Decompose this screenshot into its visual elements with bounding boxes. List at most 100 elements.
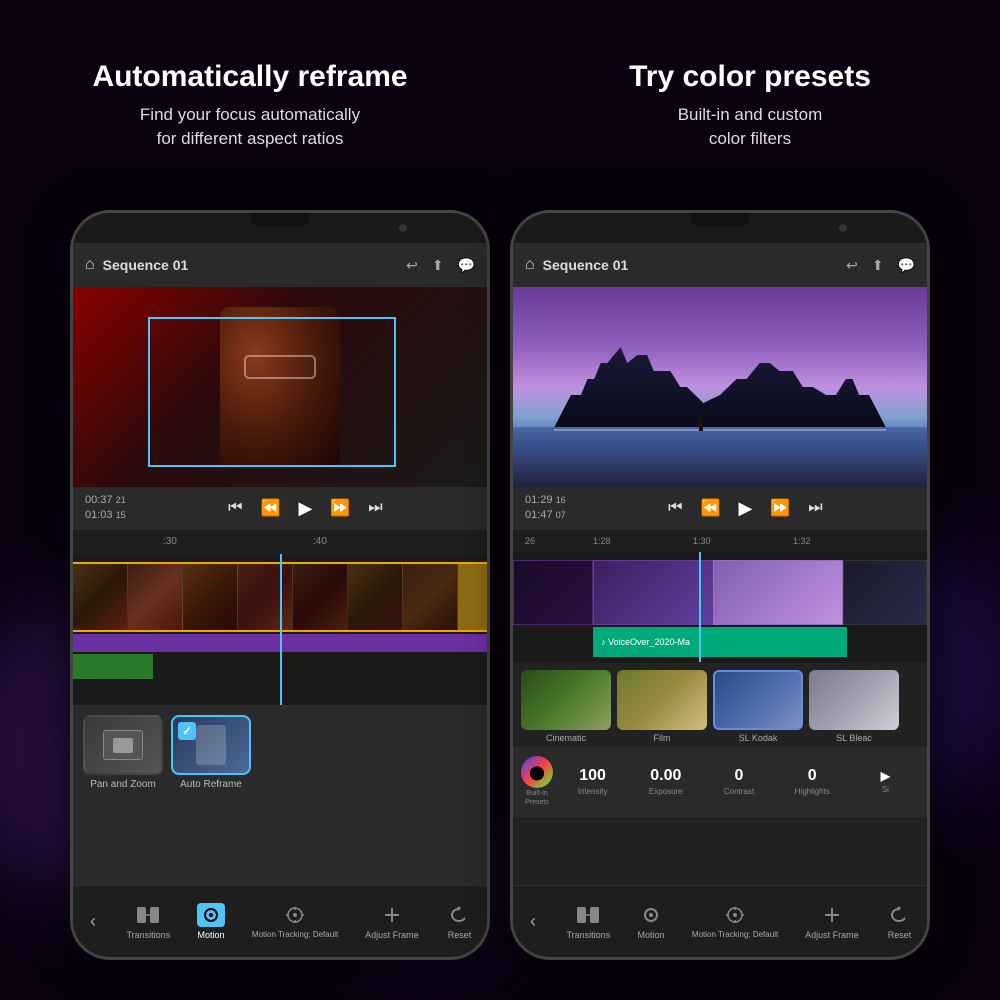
- presets-circle-icon: ⬤: [521, 756, 553, 788]
- phone-1-app-header: ⌂ Sequence 01 ↩ ⬆ 💬: [73, 243, 487, 287]
- ruler-128: 1:28: [593, 536, 611, 546]
- video-preview-1: [73, 287, 487, 487]
- nav-reset-2[interactable]: Reset: [885, 903, 913, 940]
- preset-auto-reframe[interactable]: ✓ Auto Reframe: [171, 715, 251, 790]
- vt2-dark2: [843, 560, 927, 625]
- phone-2-app-header: ⌂ Sequence 01 ↩ ⬆ 💬: [513, 243, 927, 287]
- timeline-ruler-2: 26 1:28 1:30 1:32: [513, 530, 927, 552]
- auto-reframe-checkbox: ✓: [178, 722, 196, 740]
- green-track-1: [73, 654, 153, 679]
- nav-back-1[interactable]: ‹: [73, 911, 113, 932]
- time-info-1: 00:37 21 01:03 15: [85, 493, 126, 524]
- reframe-box: [148, 317, 396, 467]
- pan-zoom-thumb: [83, 715, 163, 775]
- sequence-title-2: Sequence 01: [543, 257, 838, 273]
- home-icon-2[interactable]: ⌂: [525, 256, 535, 274]
- skyline-buildings: [554, 347, 885, 427]
- transitions-icon-2: [574, 903, 602, 927]
- undo-icon-2[interactable]: ↩: [846, 257, 858, 274]
- header-right-title: Try color presets: [629, 59, 871, 95]
- spacer-2: [513, 817, 927, 885]
- bleach-label: SL Bleac: [836, 733, 872, 743]
- timecode-1b: 01:03 15: [85, 508, 126, 523]
- track-thumb-1: [73, 564, 128, 630]
- film-thumb: [617, 670, 707, 730]
- play-btn-2[interactable]: ▶: [738, 498, 752, 519]
- transitions-icon-1: [134, 903, 162, 927]
- skip-end-btn-1[interactable]: ⏭: [368, 499, 382, 517]
- cinematic-label: Cinematic: [546, 733, 586, 743]
- presets-row-1: Pan and Zoom ✓ Auto Reframe: [83, 715, 477, 790]
- adj-si-label: Si: [882, 785, 889, 794]
- motion-icon-2: [637, 903, 665, 927]
- phone-2-camera: [839, 224, 847, 232]
- header-left-title: Automatically reframe: [92, 59, 407, 95]
- share-icon-1[interactable]: ⬆: [432, 257, 444, 274]
- reset-icon-2: [885, 903, 913, 927]
- header-right-subtitle: Built-in and customcolor filters: [678, 103, 823, 151]
- nav-adjust-1[interactable]: Adjust Frame: [365, 903, 419, 940]
- play-btn-1[interactable]: ▶: [298, 498, 312, 519]
- reset-icon-1: [445, 903, 473, 927]
- preset-sl-kodak[interactable]: SL Kodak: [713, 670, 803, 743]
- header-left: Automatically reframe Find your focus au…: [0, 0, 500, 210]
- adjust-icon-1: [378, 903, 406, 927]
- undo-icon-1[interactable]: ↩: [406, 257, 418, 274]
- kodak-label: SL Kodak: [739, 733, 778, 743]
- nav-motion-2[interactable]: Motion: [637, 903, 665, 940]
- skip-start-btn-2[interactable]: ⏮: [668, 499, 682, 517]
- adj-exposure-value: 0.00: [650, 767, 681, 785]
- step-fwd-btn-1[interactable]: ⏩: [330, 498, 350, 518]
- header-icons-2: ↩ ⬆ 💬: [846, 257, 915, 274]
- city-skyline: [513, 287, 927, 487]
- phones-section: ⌂ Sequence 01 ↩ ⬆ 💬: [0, 210, 1000, 1000]
- nav-transitions-1[interactable]: Transitions: [126, 903, 170, 940]
- phone-2-app-content: ⌂ Sequence 01 ↩ ⬆ 💬: [513, 243, 927, 957]
- adj-intensity-value: 100: [579, 767, 606, 785]
- nav-motion-tracking-1[interactable]: Motion Tracking: Default: [252, 903, 338, 940]
- motion-label-1: Motion: [198, 930, 225, 940]
- adj-si[interactable]: ▶ Si: [852, 769, 919, 794]
- home-icon-1[interactable]: ⌂: [85, 256, 95, 274]
- nav-reset-1[interactable]: Reset: [445, 903, 473, 940]
- ruler-132: 1:32: [793, 536, 811, 546]
- adj-exposure[interactable]: 0.00 Exposure: [632, 767, 699, 796]
- phone-1-notch: [250, 213, 310, 227]
- adj-highlights[interactable]: 0 Highlights: [779, 767, 846, 796]
- track-thumb-2: [128, 564, 183, 630]
- skip-end-btn-2[interactable]: ⏭: [808, 499, 822, 517]
- track-thumb-5: [293, 564, 348, 630]
- preset-pan-zoom[interactable]: Pan and Zoom: [83, 715, 163, 790]
- video-preview-2: [513, 287, 927, 487]
- adj-intensity[interactable]: 100 Intensity: [559, 767, 626, 796]
- chat-icon-2[interactable]: 💬: [898, 257, 915, 274]
- nav-items-2: Transitions Motion Motion: [553, 903, 927, 940]
- timecode-2b: 01:47 07: [525, 508, 566, 523]
- step-back-btn-2[interactable]: ⏪: [701, 498, 721, 518]
- nav-adjust-2[interactable]: Adjust Frame: [805, 903, 859, 940]
- voiceover-track: ♪ VoiceOver_2020-Ma: [593, 627, 847, 657]
- preset-sl-bleach[interactable]: SL Bleac: [809, 670, 899, 743]
- built-in-presets[interactable]: ⬤ Built-inPresets: [521, 756, 553, 807]
- nav-back-2[interactable]: ‹: [513, 911, 553, 932]
- adj-contrast[interactable]: 0 Contrast: [705, 767, 772, 796]
- phone-2: ⌂ Sequence 01 ↩ ⬆ 💬: [510, 210, 930, 960]
- color-presets-row: Cinematic Film SL Kodak SL Bleac: [513, 662, 927, 747]
- nav-motion-1[interactable]: Motion: [197, 903, 225, 940]
- step-fwd-btn-2[interactable]: ⏩: [770, 498, 790, 518]
- vt2-light: [713, 560, 843, 625]
- phone-1-app-content: ⌂ Sequence 01 ↩ ⬆ 💬: [73, 243, 487, 957]
- motion-tracking-label-2: Motion Tracking: Default: [692, 930, 778, 939]
- nav-transitions-2[interactable]: Transitions: [566, 903, 610, 940]
- nav-motion-tracking-2[interactable]: Motion Tracking: Default: [692, 903, 778, 940]
- share-icon-2[interactable]: ⬆: [872, 257, 884, 274]
- preset-film[interactable]: Film: [617, 670, 707, 743]
- timeline-ruler-1: :30 :40: [73, 530, 487, 554]
- step-back-btn-1[interactable]: ⏪: [261, 498, 281, 518]
- header-right: Try color presets Built-in and customcol…: [500, 0, 1000, 210]
- skip-start-btn-1[interactable]: ⏮: [228, 499, 242, 517]
- phone-1: ⌂ Sequence 01 ↩ ⬆ 💬: [70, 210, 490, 960]
- preset-cinematic[interactable]: Cinematic: [521, 670, 611, 743]
- chat-icon-1[interactable]: 💬: [458, 257, 475, 274]
- nav-items-1: Transitions Motion Motion: [113, 903, 487, 940]
